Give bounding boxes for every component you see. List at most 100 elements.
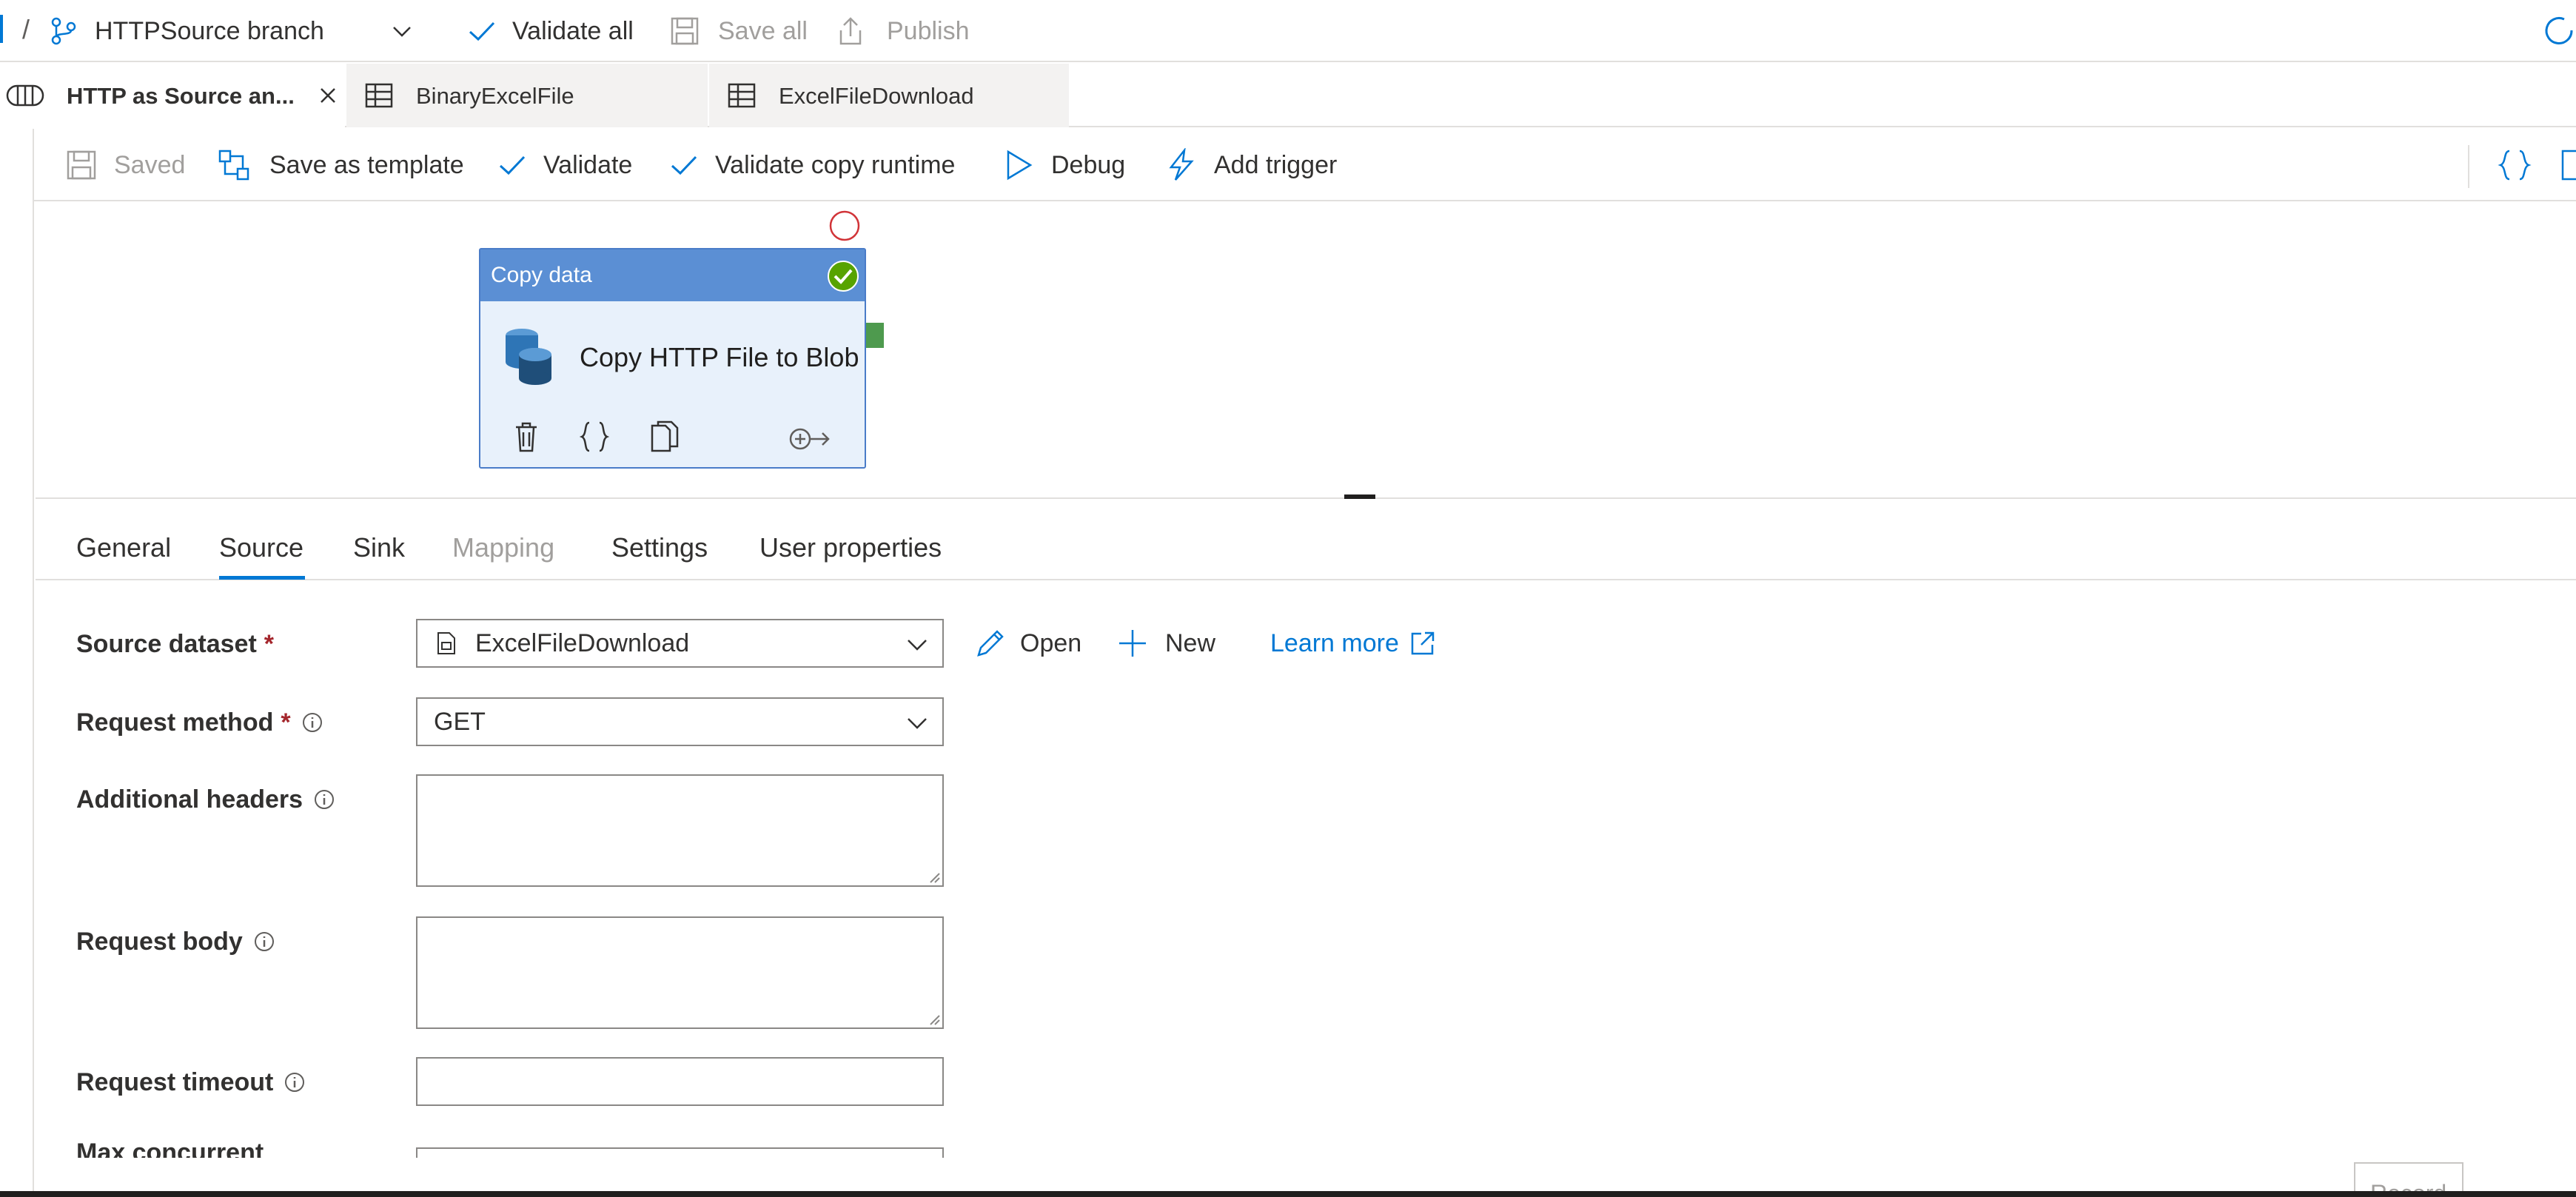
learn-more-link[interactable]: Learn more	[1270, 626, 1436, 660]
pipeline-icon	[6, 84, 44, 107]
method-value: GET	[434, 708, 486, 736]
info-icon[interactable]	[253, 931, 275, 953]
checkmark-icon	[469, 21, 495, 41]
save-all-label: Save all	[718, 17, 808, 45]
new-dataset-button[interactable]: New	[1116, 626, 1215, 660]
source-dataset-label: Source dataset *	[76, 628, 274, 660]
activity-name: Copy HTTP File to Blob	[580, 342, 859, 372]
save-icon	[671, 17, 699, 45]
refresh-icon[interactable]	[2542, 13, 2576, 47]
checkmark-icon	[671, 155, 697, 175]
clone-icon[interactable]	[649, 420, 680, 454]
tab-pipeline[interactable]: HTTP as Source an...	[0, 64, 345, 127]
validate-copy-runtime-button[interactable]: Validate copy runtime	[669, 129, 955, 201]
validate-button[interactable]: Validate	[497, 129, 632, 201]
resize-grip-icon[interactable]	[926, 1011, 941, 1026]
plus-icon	[1119, 630, 1146, 657]
tab-general[interactable]: General	[76, 518, 171, 577]
tab-label: Source	[219, 532, 304, 563]
pipeline-toolbar: Saved Save as template Validate Validate…	[0, 129, 2576, 201]
tab-label: Settings	[611, 532, 708, 563]
tab-user-properties[interactable]: User properties	[759, 518, 942, 577]
close-icon[interactable]	[317, 84, 339, 107]
tab-mapping[interactable]: Mapping	[452, 518, 554, 577]
tab-excelfiledownload[interactable]: ExcelFileDownload	[709, 64, 1069, 127]
resize-grip-icon[interactable]	[926, 869, 941, 884]
pipeline-canvas[interactable]	[36, 201, 2576, 497]
external-link-icon	[1411, 631, 1435, 655]
tab-label: BinaryExcelFile	[416, 82, 574, 109]
save-all-button[interactable]: Save all	[669, 0, 808, 62]
tab-source[interactable]: Source	[219, 518, 303, 577]
saved-button[interactable]: Saved	[65, 129, 185, 201]
top-command-bar: / HTTPSource branch Validate all Save al…	[0, 0, 2576, 62]
source-dataset-dropdown[interactable]: ExcelFileDownload	[416, 619, 944, 668]
splitter-handle[interactable]	[1344, 494, 1375, 499]
success-check-icon	[828, 261, 859, 292]
table-icon	[728, 83, 756, 108]
dataset-file-icon	[437, 632, 455, 654]
add-output-icon[interactable]	[788, 426, 833, 452]
tab-sink[interactable]: Sink	[353, 518, 405, 577]
max-concurrent-row: Max concurrent	[76, 1136, 965, 1158]
validate-all-label: Validate all	[512, 17, 634, 45]
nav-indicator	[0, 15, 3, 43]
add-trigger-button[interactable]: Add trigger	[1165, 129, 1337, 201]
breakpoint-circle-icon[interactable]	[828, 209, 862, 243]
open-dataset-button[interactable]: Open	[974, 626, 1081, 660]
left-gutter	[0, 129, 34, 1197]
info-icon[interactable]	[284, 1071, 306, 1093]
template-icon	[218, 150, 249, 181]
additional-headers-textarea[interactable]	[416, 774, 944, 887]
additional-headers-label: Additional headers	[76, 783, 335, 816]
max-concurrent-input[interactable]	[416, 1147, 944, 1158]
info-icon[interactable]	[301, 711, 323, 734]
info-icon[interactable]	[313, 788, 335, 811]
toolbar-divider	[2468, 145, 2469, 188]
label-text: Request method	[76, 708, 274, 737]
open-label: Open	[1020, 629, 1082, 657]
request-timeout-input[interactable]	[416, 1057, 944, 1106]
publish-icon	[839, 17, 862, 45]
learn-more-label: Learn more	[1270, 629, 1399, 657]
delete-icon[interactable]	[513, 421, 540, 454]
code-braces-icon[interactable]	[578, 420, 611, 454]
table-icon	[365, 83, 393, 108]
request-body-textarea[interactable]	[416, 916, 944, 1029]
publish-button[interactable]: Publish	[835, 0, 970, 62]
publish-label: Publish	[887, 17, 970, 45]
bottom-edge	[0, 1191, 2576, 1197]
request-method-label: Request method *	[76, 706, 323, 739]
required-marker: *	[281, 708, 291, 737]
add-trigger-label: Add trigger	[1214, 151, 1338, 179]
tab-binaryexcelfile[interactable]: BinaryExcelFile	[346, 64, 708, 127]
panel-splitter[interactable]	[36, 497, 2576, 499]
success-output-handle[interactable]	[866, 323, 884, 348]
required-marker: *	[264, 630, 274, 658]
chevron-down-icon	[908, 640, 927, 651]
save-as-template-button[interactable]: Save as template	[218, 129, 464, 201]
tab-label: Sink	[353, 532, 406, 563]
tab-settings[interactable]: Settings	[611, 518, 708, 577]
label-text: Source dataset	[76, 630, 257, 658]
branch-selector[interactable]: HTTPSource branch	[49, 0, 415, 62]
git-branch-icon	[51, 17, 76, 45]
chevron-down-icon	[393, 27, 411, 37]
tab-label: User properties	[759, 532, 942, 563]
breadcrumb-separator: /	[22, 14, 30, 44]
label-text: Request body	[76, 928, 243, 956]
save-as-template-label: Save as template	[269, 151, 464, 179]
max-concurrent-label: Max concurrent	[76, 1139, 264, 1158]
copy-data-activity[interactable]: Copy data Copy HTTP File to Blob	[479, 248, 866, 469]
request-method-dropdown[interactable]: GET	[416, 697, 944, 746]
debug-label: Debug	[1051, 151, 1126, 179]
new-label: New	[1165, 629, 1216, 657]
pencil-icon	[977, 630, 1004, 657]
validate-all-button[interactable]: Validate all	[466, 0, 634, 62]
debug-button[interactable]: Debug	[1004, 129, 1125, 201]
request-timeout-label: Request timeout	[76, 1066, 306, 1099]
selected-tab-indicator	[219, 576, 305, 580]
code-braces-icon[interactable]	[2498, 148, 2532, 182]
properties-icon[interactable]	[2560, 148, 2576, 182]
tab-label: Mapping	[452, 532, 555, 563]
